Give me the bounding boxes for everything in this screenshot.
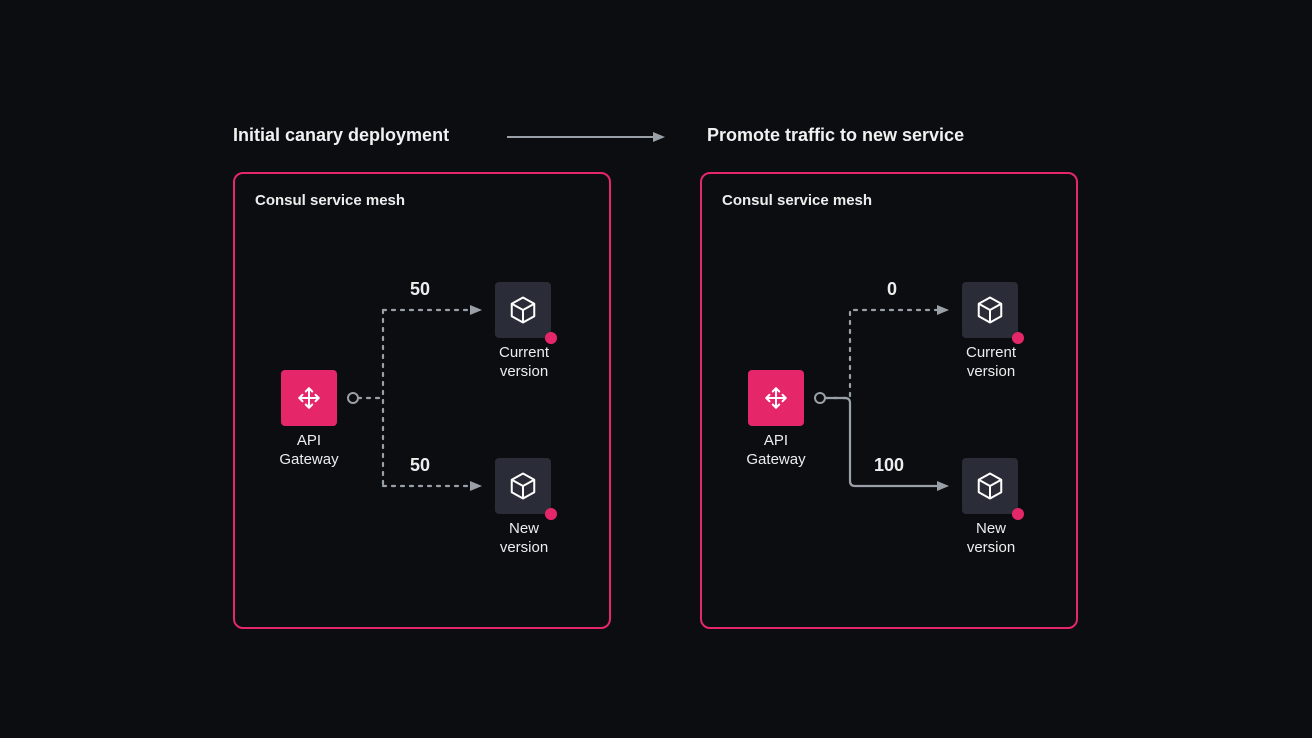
status-dot xyxy=(545,508,557,520)
panel-initial: Consul service mesh xyxy=(233,172,611,629)
gateway-label: API Gateway xyxy=(277,432,341,470)
status-dot xyxy=(1012,508,1024,520)
current-version-label: Current version xyxy=(489,344,559,382)
new-version-icon xyxy=(962,458,1018,514)
new-version-label: New version xyxy=(489,520,559,558)
api-gateway-icon xyxy=(281,370,337,426)
gateway-label: API Gateway xyxy=(744,432,808,470)
new-version-label: New version xyxy=(956,520,1026,558)
current-version-icon xyxy=(962,282,1018,338)
api-gateway-icon xyxy=(748,370,804,426)
diagram-stage: Initial canary deployment Promote traffi… xyxy=(0,0,1312,738)
right-title: Promote traffic to new service xyxy=(707,125,964,146)
status-dot xyxy=(545,332,557,344)
move-icon xyxy=(763,385,789,411)
top-weight: 0 xyxy=(887,279,897,300)
cube-icon xyxy=(508,295,538,325)
cube-icon xyxy=(508,471,538,501)
bottom-weight: 100 xyxy=(874,455,904,476)
move-icon xyxy=(296,385,322,411)
cube-icon xyxy=(975,471,1005,501)
status-dot xyxy=(1012,332,1024,344)
current-version-icon xyxy=(495,282,551,338)
panel-promoted: Consul service mesh xyxy=(700,172,1078,629)
current-version-label: Current version xyxy=(956,344,1026,382)
cube-icon xyxy=(975,295,1005,325)
new-version-icon xyxy=(495,458,551,514)
top-weight: 50 xyxy=(410,279,430,300)
bottom-weight: 50 xyxy=(410,455,430,476)
left-title: Initial canary deployment xyxy=(233,125,449,146)
arrow-icon xyxy=(505,129,665,145)
